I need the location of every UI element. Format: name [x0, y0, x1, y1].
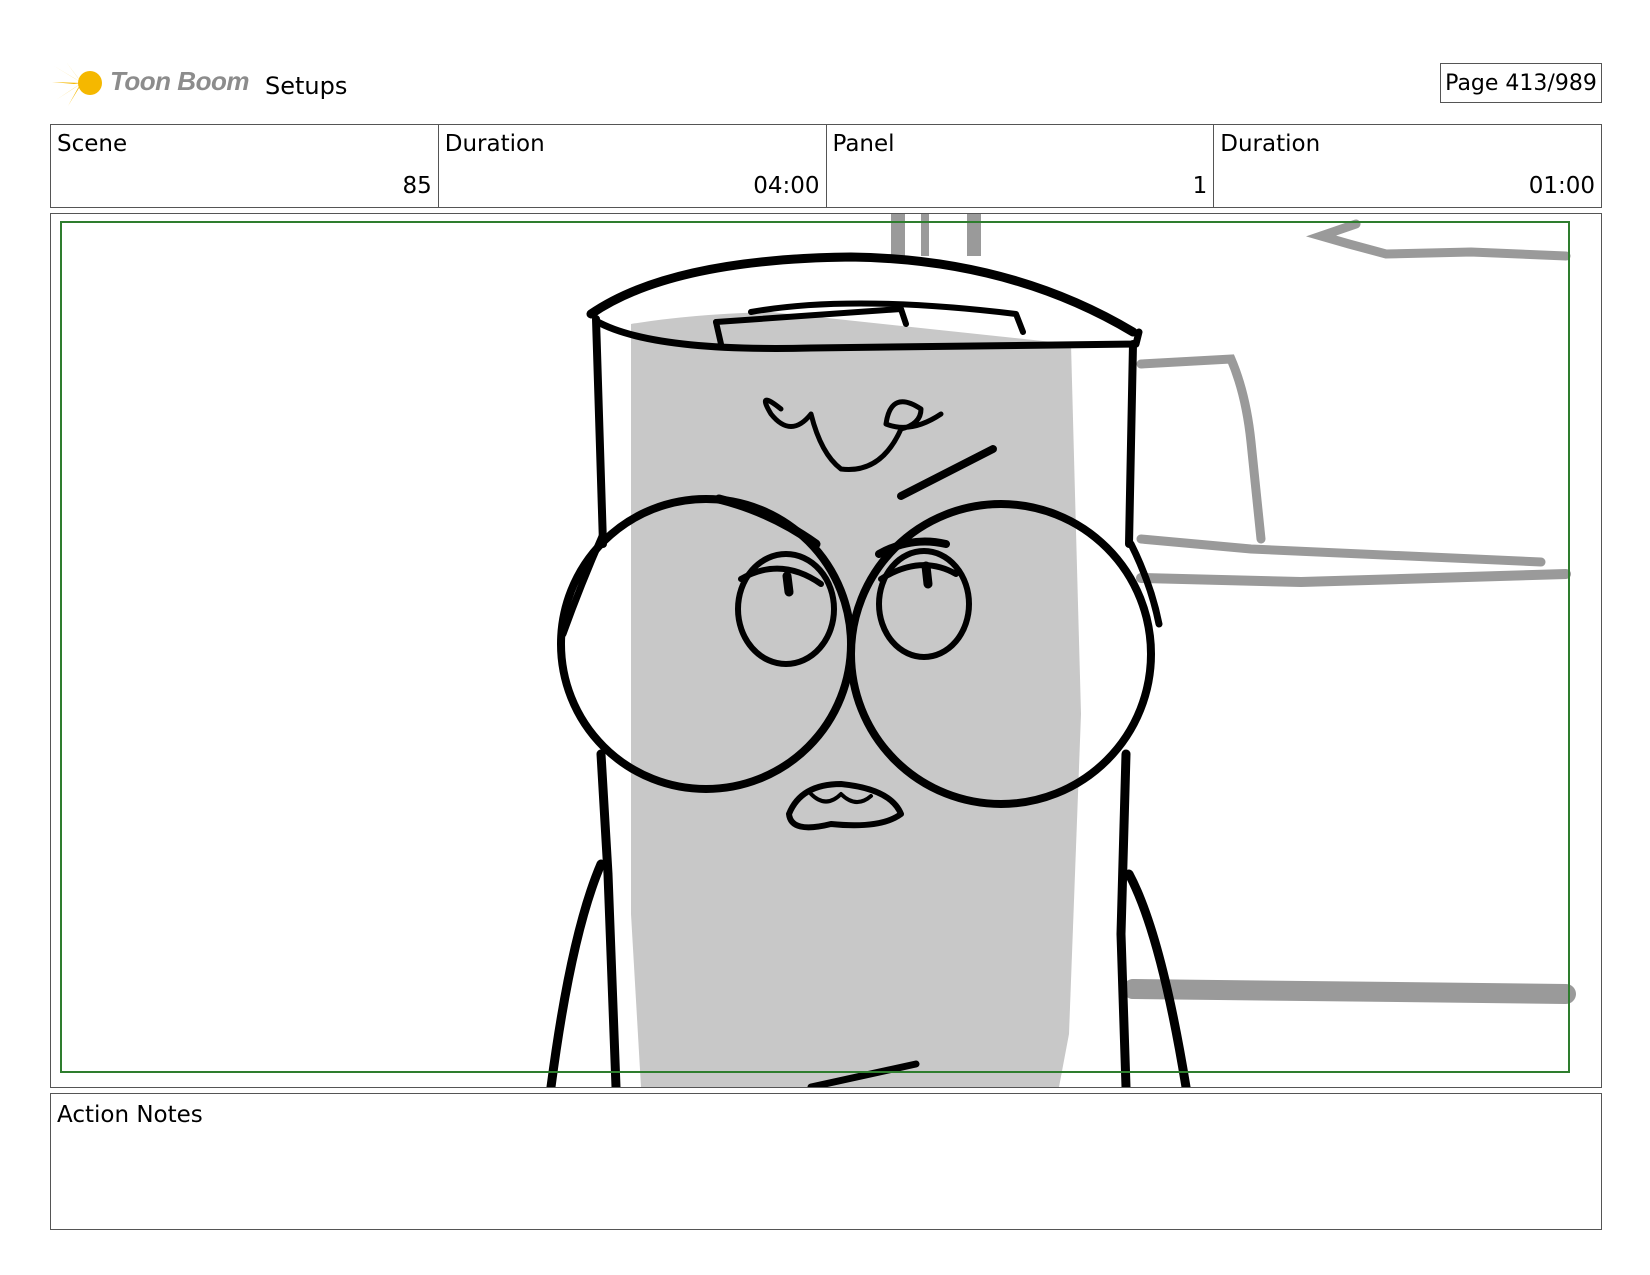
scene-info-table: Scene 85 Duration 04:00 Panel 1 Duration… [50, 124, 1602, 208]
document-title: Setups [265, 72, 348, 100]
scene-duration-label: Duration [444, 131, 545, 157]
scene-cell: Scene 85 [51, 125, 439, 207]
page-indicator: Page 413/989 [1440, 63, 1602, 103]
action-notes-box: Action Notes [50, 1093, 1602, 1230]
panel-cell: Panel 1 [827, 125, 1215, 207]
scene-duration-cell: Duration 04:00 [439, 125, 827, 207]
panel-duration-label: Duration [1220, 131, 1321, 157]
toon-boom-logo-icon [52, 62, 102, 106]
panel-value: 1 [1192, 173, 1208, 199]
panel-label: Panel [832, 131, 895, 157]
action-notes-label: Action Notes [57, 1102, 203, 1128]
scene-value: 85 [402, 173, 432, 199]
scene-duration-value: 04:00 [753, 173, 820, 199]
panel-duration-cell: Duration 01:00 [1214, 125, 1601, 207]
storyboard-panel [50, 213, 1602, 1088]
scene-label: Scene [57, 131, 128, 157]
panel-sketch [60, 214, 1576, 1087]
panel-duration-value: 01:00 [1528, 173, 1595, 199]
logo-text: Toon Boom [110, 66, 249, 96]
